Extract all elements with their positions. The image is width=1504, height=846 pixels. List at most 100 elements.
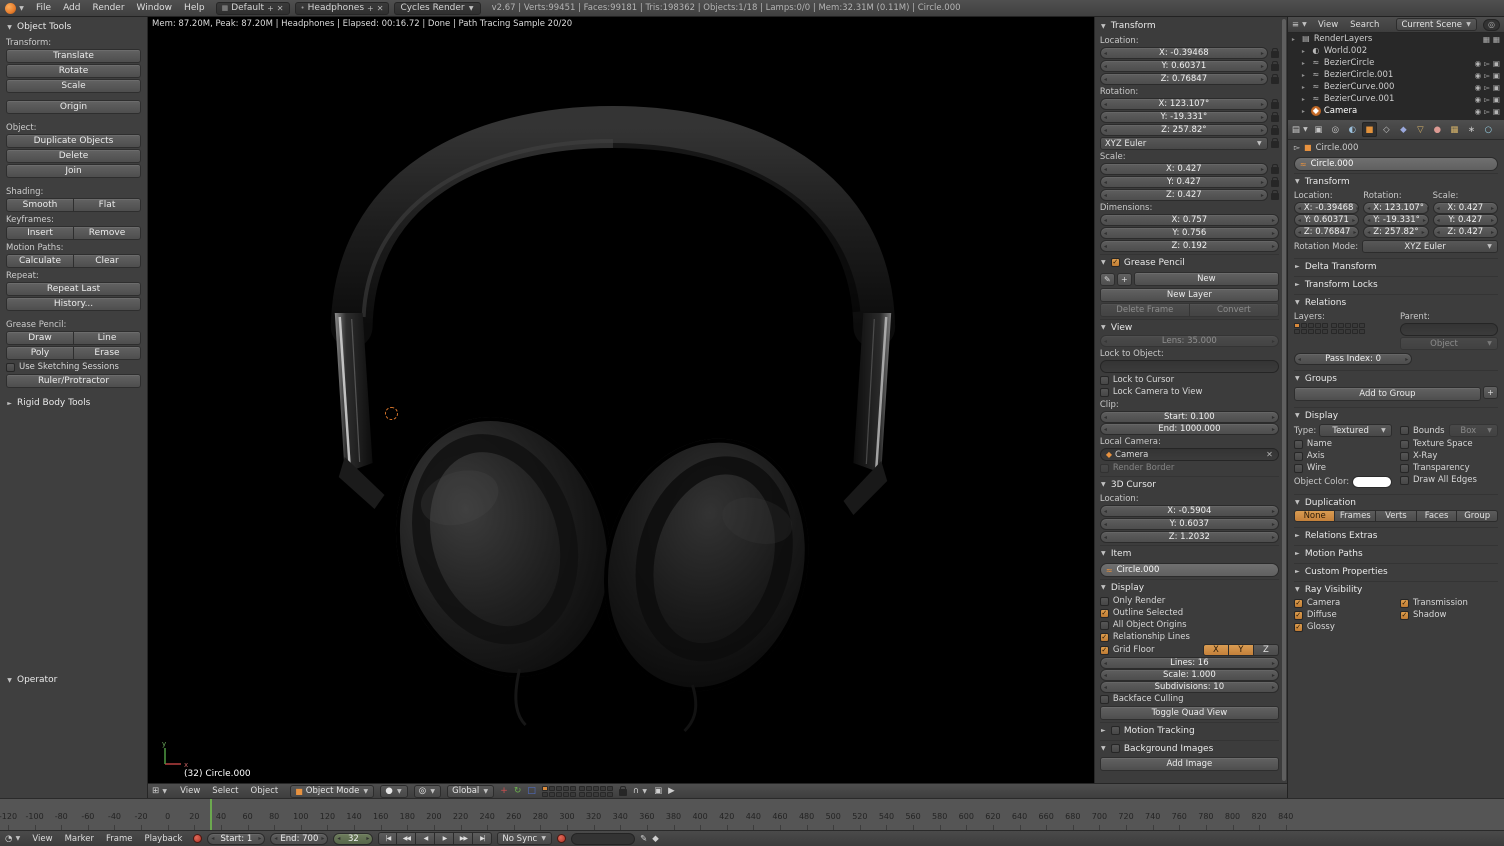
checkbox-only-render[interactable]: Only Render [1100, 595, 1279, 607]
menu-file[interactable]: File [30, 2, 57, 14]
increment-arrow-icon[interactable]: ▸ [1269, 684, 1278, 691]
dimensions-z-field[interactable]: ◂Z: 0.192▸ [1100, 240, 1279, 252]
object-color-swatch[interactable] [1352, 476, 1392, 488]
expand-icon[interactable]: ▸ [1302, 48, 1308, 55]
checkbox-shadow[interactable]: ✓Shadow [1400, 609, 1498, 621]
menu-render[interactable]: Render [87, 2, 131, 14]
material-tab[interactable]: ● [1430, 122, 1445, 137]
location-z-field[interactable]: ◂Z: 0.76847▸ [1294, 226, 1359, 238]
tool-button-scale[interactable]: Scale [6, 79, 141, 93]
physics-tab[interactable]: ○ [1481, 122, 1496, 137]
scene-tab[interactable]: ◎ [1328, 122, 1343, 137]
auto-keyframe-record-button[interactable] [193, 834, 202, 843]
increment-arrow-icon[interactable]: ▸ [1269, 521, 1278, 528]
ray-visibility-panel-header[interactable]: ▼ Ray Visibility [1294, 581, 1498, 597]
screen-layout-selector[interactable]: ▦ Default + ✕ [216, 2, 290, 15]
layer-toggle[interactable] [579, 786, 585, 791]
scale-y-field[interactable]: ◂Y: 0.427▸ [1100, 176, 1268, 188]
scale-x-field[interactable]: ◂X: 0.427▸ [1433, 202, 1498, 214]
outliner-item-world-002[interactable]: ▸◐World.002 [1288, 45, 1504, 57]
increment-arrow-icon[interactable]: ▸ [318, 835, 327, 842]
render-cam-icon[interactable]: ▣ [1493, 59, 1500, 68]
manipulator-scale-icon[interactable]: □ [527, 786, 536, 796]
increment-arrow-icon[interactable]: ▸ [1488, 229, 1497, 236]
manipulator-rotate-icon[interactable]: ↻ [514, 786, 522, 796]
layer-toggle[interactable] [1315, 329, 1321, 334]
menu-object[interactable]: Object [245, 785, 285, 797]
increment-arrow-icon[interactable]: ▸ [1424, 205, 1429, 212]
outliner-item-camera[interactable]: ▸◆Camera◉▻▣ [1288, 105, 1504, 117]
layer-toggle[interactable] [542, 792, 548, 797]
view-panel-header[interactable]: ▼ View [1100, 319, 1279, 335]
increment-arrow-icon[interactable]: ▸ [1258, 50, 1267, 57]
increment-arrow-icon[interactable]: ▸ [1488, 205, 1497, 212]
increment-arrow-icon[interactable]: ▸ [1258, 192, 1267, 199]
menu-help[interactable]: Help [178, 2, 211, 14]
increment-arrow-icon[interactable]: ▸ [1488, 217, 1497, 224]
checkbox-diffuse[interactable]: ✓Diffuse [1294, 609, 1392, 621]
outliner-item-beziercurve-001[interactable]: ▸≈BezierCurve.001◉▻▣ [1288, 93, 1504, 105]
object-name-field[interactable]: ≈ Circle.000 [1294, 157, 1498, 171]
tool-button-poly[interactable]: Poly [6, 346, 74, 360]
select-arrow-icon[interactable]: ▻ [1484, 95, 1490, 104]
object-data-tab[interactable]: ▽ [1413, 122, 1428, 137]
object-tools-panel-header[interactable]: ▼ Object Tools [6, 19, 141, 35]
rotation-mode-dropdown[interactable]: XYZ Euler ▼ [1362, 240, 1498, 253]
cursor-x-field[interactable]: ◂X: -0.5904▸ [1100, 505, 1279, 517]
checkbox-camera[interactable]: ✓Camera [1294, 597, 1392, 609]
convert-button[interactable]: Convert [1190, 303, 1279, 317]
layers-widget[interactable] [1294, 323, 1392, 334]
decrement-arrow-icon[interactable]: ◂ [208, 835, 217, 842]
layer-toggle[interactable] [593, 792, 599, 797]
location-y-field[interactable]: ◂Y: 0.60371▸ [1100, 60, 1268, 72]
increment-arrow-icon[interactable]: ▸ [1258, 114, 1267, 121]
tool-button-line[interactable]: Line [74, 331, 141, 345]
decrement-arrow-icon[interactable]: ◂ [1364, 229, 1373, 236]
tool-button-ruler-protractor[interactable]: Ruler/Protractor [6, 374, 141, 388]
layer-toggle[interactable] [593, 786, 599, 791]
increment-arrow-icon[interactable]: ▸ [1269, 338, 1278, 345]
checkbox-transparency[interactable]: Transparency [1400, 462, 1498, 474]
increment-arrow-icon[interactable]: ▸ [1258, 127, 1267, 134]
expand-icon[interactable]: ▸ [1302, 96, 1308, 103]
local-camera-field[interactable]: ◆ Camera ✕ [1100, 448, 1279, 461]
grease-pencil-new-button[interactable]: New [1134, 272, 1279, 286]
select-arrow-icon[interactable]: ▻ [1484, 107, 1490, 116]
increment-arrow-icon[interactable]: ▸ [1269, 660, 1278, 667]
blender-menu-button[interactable]: ▼ [5, 3, 25, 14]
decrement-arrow-icon[interactable]: ◂ [1101, 508, 1110, 515]
decrement-arrow-icon[interactable]: ◂ [1101, 521, 1110, 528]
record-icon[interactable] [557, 834, 566, 843]
layer-toggle[interactable] [607, 792, 613, 797]
eye-icon[interactable]: ◉ [1475, 71, 1482, 80]
scale-y-field[interactable]: ◂Y: 0.427▸ [1433, 214, 1498, 226]
orientation-dropdown[interactable]: Global ▼ [447, 785, 494, 798]
lock-icon[interactable] [1271, 115, 1279, 122]
jump-to-start-button[interactable]: |◀ [378, 832, 397, 845]
decrement-arrow-icon[interactable]: ◂ [1101, 76, 1110, 83]
panel-header-custom-properties[interactable]: ►Custom Properties [1294, 563, 1498, 579]
add-image-button[interactable]: Add Image [1100, 757, 1279, 771]
increment-arrow-icon[interactable]: ▸ [1269, 243, 1278, 250]
outliner-display-mode-dropdown[interactable]: Current Scene ▼ [1396, 18, 1477, 31]
layer-toggle[interactable] [1294, 329, 1300, 334]
increment-arrow-icon[interactable]: ▸ [1258, 179, 1267, 186]
menu-view[interactable]: View [174, 785, 206, 797]
select-arrow-icon[interactable]: ▻ [1484, 83, 1490, 92]
menu-search[interactable]: Search [1344, 19, 1385, 31]
checkbox-transmission[interactable]: ✓Transmission [1400, 597, 1498, 609]
increment-arrow-icon[interactable]: ▸ [1269, 230, 1278, 237]
image-icon[interactable]: ▦ [1483, 35, 1490, 44]
render-cam-icon[interactable]: ▣ [1493, 71, 1500, 80]
layers-widget[interactable] [542, 786, 613, 797]
lock-icon[interactable] [1271, 102, 1279, 109]
panel-header-transform-locks[interactable]: ►Transform Locks [1294, 276, 1498, 292]
checkbox-name[interactable]: Name [1294, 438, 1392, 450]
tool-button-flat[interactable]: Flat [74, 198, 141, 212]
delete-keyframe-button[interactable]: ◆ [652, 834, 659, 844]
increment-arrow-icon[interactable]: ▸ [1402, 356, 1411, 363]
lock-to-object-field[interactable] [1100, 360, 1279, 373]
decrement-arrow-icon[interactable]: ◂ [1295, 205, 1304, 212]
menu-view[interactable]: View [1312, 19, 1344, 31]
add-layout-icon[interactable]: + [267, 4, 274, 13]
